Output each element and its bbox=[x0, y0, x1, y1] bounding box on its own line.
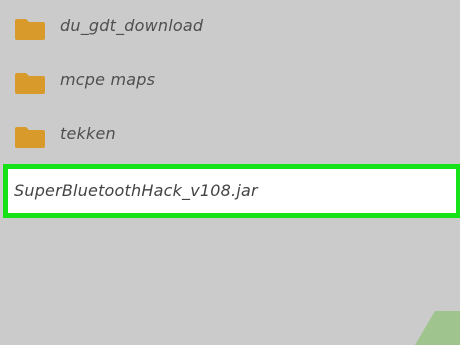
folder-name: mcpe maps bbox=[60, 70, 156, 89]
file-name: SuperBluetoothHack_v108.jar bbox=[14, 181, 258, 200]
corner-decoration bbox=[415, 311, 460, 345]
file-list: du_gdt_download mcpe maps tekken SuperBl… bbox=[0, 0, 460, 345]
folder-row-tekken[interactable]: tekken bbox=[0, 110, 460, 162]
folder-icon bbox=[14, 125, 46, 149]
folder-icon bbox=[14, 71, 46, 95]
folder-row-du-gdt-download[interactable]: du_gdt_download bbox=[0, 2, 460, 54]
folder-name: du_gdt_download bbox=[60, 16, 204, 35]
selected-file-row[interactable]: SuperBluetoothHack_v108.jar bbox=[3, 164, 460, 218]
folder-icon bbox=[14, 17, 46, 41]
folder-name: tekken bbox=[60, 124, 116, 143]
folder-row-mcpe-maps[interactable]: mcpe maps bbox=[0, 56, 460, 108]
